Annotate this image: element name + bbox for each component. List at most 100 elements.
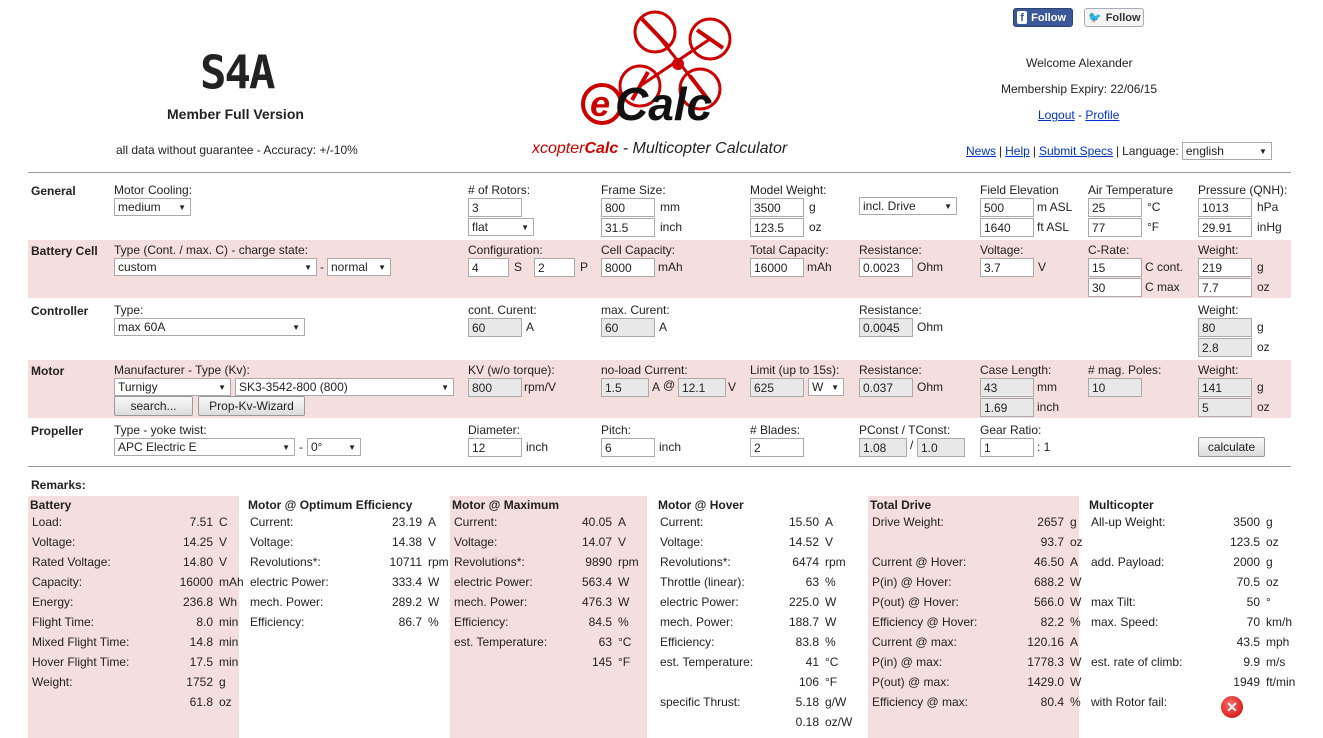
- yoke-twist-select[interactable]: 0°: [307, 438, 361, 456]
- diameter-input[interactable]: 12: [468, 438, 522, 457]
- result-unit: km/h: [1266, 615, 1293, 629]
- blades-input[interactable]: 2: [750, 438, 804, 457]
- help-link[interactable]: Help: [1005, 144, 1030, 158]
- results-column-battery: Battery Load: 7.51 C Voltage: 14.25 V Rated Vol…: [28, 496, 244, 738]
- prop-kv-wizard-button[interactable]: Prop-Kv-Wizard: [198, 396, 305, 416]
- pressure-hpa-input[interactable]: 1013: [1198, 198, 1252, 217]
- motor-section: Motor Manufacturer - Type (Kv): Turnigy …: [28, 360, 1291, 418]
- temp-f-input[interactable]: 77: [1088, 218, 1142, 237]
- x-circle-icon: ✕: [1221, 696, 1243, 718]
- elevation-ft-input[interactable]: 1640: [980, 218, 1034, 237]
- unit: C max: [1145, 280, 1180, 294]
- controller-resistance-input[interactable]: 0.0045: [859, 318, 913, 337]
- kv-input[interactable]: 800: [468, 378, 522, 397]
- result-unit: mph: [1266, 635, 1290, 649]
- submit-specs-link[interactable]: Submit Specs: [1039, 144, 1113, 158]
- motor-resistance-input[interactable]: 0.037: [859, 378, 913, 397]
- result-unit: A: [825, 515, 834, 529]
- gear-ratio-input[interactable]: 1: [980, 438, 1034, 457]
- motor-weight-g-input[interactable]: 141: [1198, 378, 1252, 397]
- prop-type-select[interactable]: APC Electric E: [114, 438, 295, 456]
- limit-input[interactable]: 625: [750, 378, 804, 397]
- model-weight-g-input[interactable]: 3500: [750, 198, 804, 217]
- noload-current-input[interactable]: 1.5: [601, 378, 649, 397]
- news-link[interactable]: News: [966, 144, 996, 158]
- mag-poles-input[interactable]: 10: [1088, 378, 1142, 397]
- calculate-button[interactable]: calculate: [1198, 437, 1265, 457]
- model-weight-oz-input[interactable]: 123.5: [750, 218, 804, 237]
- result-row: 145 °F: [454, 655, 645, 671]
- pitch-input[interactable]: 6: [601, 438, 655, 457]
- battery-weight-oz-input[interactable]: 7.7: [1198, 278, 1252, 297]
- weight-label: Weight:: [1198, 363, 1239, 377]
- unit: Ohm: [917, 320, 944, 334]
- temp-c-input[interactable]: 25: [1088, 198, 1142, 217]
- result-unit: rpm: [428, 555, 449, 569]
- controller-weight-oz-input[interactable]: 2.8: [1198, 338, 1252, 357]
- result-row: Efficiency: 84.5%: [454, 615, 645, 631]
- battery-type-select[interactable]: custom: [114, 258, 317, 276]
- result-row: Voltage: 14.07 V: [454, 535, 645, 551]
- result-label: Current:: [250, 515, 294, 529]
- result-row: Efficiency @ Hover: 82.2%: [872, 615, 1081, 631]
- cell-capacity-input[interactable]: 8000: [601, 258, 655, 277]
- case-length-inch-input[interactable]: 1.69: [980, 398, 1034, 417]
- motor-manufacturer-select[interactable]: Turnigy: [114, 378, 231, 396]
- result-value: 63: [598, 635, 612, 649]
- result-value: 106: [798, 675, 819, 689]
- pressure-inhg-input[interactable]: 29.91: [1198, 218, 1252, 237]
- limit-unit-select[interactable]: W: [808, 378, 844, 396]
- controller-type-select[interactable]: max 60A: [114, 318, 305, 336]
- battery-resistance-input[interactable]: 0.0023: [859, 258, 913, 277]
- unit: g: [1257, 380, 1264, 394]
- result-unit: g: [1070, 515, 1077, 529]
- language-select[interactable]: english: [1181, 142, 1272, 160]
- battery-weight-g-input[interactable]: 219: [1198, 258, 1252, 277]
- motor-cooling-select[interactable]: medium: [114, 198, 191, 216]
- result-unit: A: [428, 515, 437, 529]
- elevation-m-input[interactable]: 500: [980, 198, 1034, 217]
- result-value: 14.07: [581, 535, 612, 549]
- result-value: 41: [805, 655, 819, 669]
- rotors-input[interactable]: 3: [468, 198, 522, 217]
- motor-weight-oz-input[interactable]: 5: [1198, 398, 1252, 417]
- motor-search-button[interactable]: search...: [114, 396, 193, 416]
- frame-mm-input[interactable]: 800: [601, 198, 655, 217]
- max-current-input[interactable]: 60: [601, 318, 655, 337]
- case-length-mm-input[interactable]: 43: [980, 378, 1034, 397]
- motor-type-select[interactable]: SK3-3542-800 (800): [235, 378, 454, 396]
- result-row: P(out) @ Hover: 566.0 W: [872, 595, 1081, 611]
- weight-mode-select[interactable]: incl. Drive: [859, 197, 957, 215]
- unit: P: [580, 260, 589, 274]
- rotor-layout-select[interactable]: flat: [468, 218, 534, 236]
- logout-link[interactable]: Logout: [1038, 108, 1075, 122]
- separator: -: [320, 260, 324, 274]
- battery-voltage-input[interactable]: 3.7: [980, 258, 1034, 277]
- c-max-input[interactable]: 30: [1088, 278, 1142, 297]
- profile-link[interactable]: Profile: [1085, 108, 1119, 122]
- total-capacity-input[interactable]: 16000: [750, 258, 804, 277]
- result-value: 145: [591, 655, 612, 669]
- controller-weight-g-input[interactable]: 80: [1198, 318, 1252, 337]
- result-value: 188.7: [788, 615, 819, 629]
- facebook-follow-button[interactable]: f Follow: [1013, 8, 1073, 27]
- unit: inHg: [1257, 220, 1282, 234]
- result-value: 84.5: [588, 615, 612, 629]
- c-cont-input[interactable]: 15: [1088, 258, 1142, 277]
- svg-text:e: e: [590, 83, 610, 124]
- pressure-label: Pressure (QNH):: [1198, 183, 1288, 197]
- motor-cooling-label: Motor Cooling:: [114, 183, 193, 197]
- unit: V: [728, 380, 737, 394]
- noload-voltage-input[interactable]: 12.1: [678, 378, 726, 397]
- result-value: 14.52: [788, 535, 819, 549]
- cells-series-input[interactable]: 4: [468, 258, 509, 277]
- pconst-input[interactable]: 1.08: [859, 438, 907, 457]
- tconst-input[interactable]: 1.0: [917, 438, 965, 457]
- result-row: Load: 7.51 C: [32, 515, 237, 531]
- unit: A: [652, 380, 661, 394]
- cont-current-input[interactable]: 60: [468, 318, 522, 337]
- cells-parallel-input[interactable]: 2: [534, 258, 575, 277]
- charge-state-select[interactable]: normal: [327, 258, 391, 276]
- twitter-follow-button[interactable]: 🐦 Follow: [1084, 8, 1144, 27]
- frame-inch-input[interactable]: 31.5: [601, 218, 655, 237]
